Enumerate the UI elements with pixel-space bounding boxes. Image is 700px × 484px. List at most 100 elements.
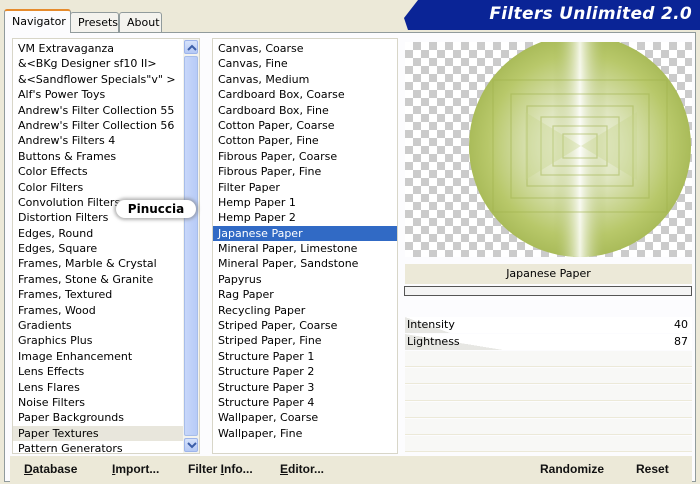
tab-navigator-label: Navigator	[12, 15, 66, 28]
filter-item[interactable]: Canvas, Coarse	[213, 41, 397, 56]
import-label: mport...	[115, 462, 160, 476]
filter-item[interactable]: Fibrous Paper, Coarse	[213, 149, 397, 164]
filter-item[interactable]: Filter Paper	[213, 180, 397, 195]
category-item[interactable]: Noise Filters	[13, 395, 185, 410]
filter-item[interactable]: Fibrous Paper, Fine	[213, 164, 397, 179]
filter-item[interactable]: Rag Paper	[213, 287, 397, 302]
category-item[interactable]: VM Extravaganza	[13, 41, 185, 56]
category-item[interactable]: Frames, Stone & Granite	[13, 272, 185, 287]
category-item[interactable]: Andrew's Filter Collection 55	[13, 103, 185, 118]
category-item[interactable]: Color Effects	[13, 164, 185, 179]
filter-item[interactable]: Cotton Paper, Fine	[213, 133, 397, 148]
preview-image	[405, 42, 692, 257]
category-item[interactable]: &<BKg Designer sf10 II>	[13, 56, 185, 71]
watermark-label: Pinuccia	[116, 200, 196, 218]
chevron-up-icon	[187, 44, 197, 51]
category-item[interactable]: Edges, Round	[13, 226, 185, 241]
chevron-down-icon	[187, 442, 197, 449]
tab-presets-label: Presets	[78, 16, 119, 29]
empty-slider-5	[405, 419, 692, 435]
scroll-up-button[interactable]	[184, 40, 198, 54]
lightness-slider[interactable]: Lightness 87	[405, 334, 692, 350]
category-item[interactable]: Image Enhancement	[13, 349, 185, 364]
category-item[interactable]: Frames, Wood	[13, 303, 185, 318]
empty-slider-6	[405, 436, 692, 452]
filter-item[interactable]: Structure Paper 3	[213, 380, 397, 395]
filter-info-label: nfo...	[224, 462, 253, 476]
lightness-label: Lightness	[407, 335, 460, 348]
filter-item[interactable]: Recycling Paper	[213, 303, 397, 318]
category-item[interactable]: Gradients	[13, 318, 185, 333]
filter-item[interactable]: Mineral Paper, Sandstone	[213, 256, 397, 271]
app-banner: Filters Unlimited 2.0	[404, 0, 700, 30]
bottom-toolbar: Database Import... Filter Info... Editor…	[10, 456, 692, 482]
category-item[interactable]: Frames, Marble & Crystal	[13, 256, 185, 271]
filter-name-bar: Japanese Paper	[405, 264, 692, 284]
database-accel: D	[24, 462, 33, 476]
category-item[interactable]: Paper Textures	[13, 425, 185, 442]
reset-button[interactable]: Reset	[636, 460, 669, 478]
filter-item[interactable]: Wallpaper, Fine	[213, 426, 397, 441]
category-item[interactable]: Color Filters	[13, 180, 185, 195]
database-label: atabase	[32, 462, 78, 476]
empty-slider-3	[405, 385, 692, 401]
scroll-thumb[interactable]	[184, 56, 198, 436]
filter-info-button[interactable]: Filter Info...	[188, 460, 253, 478]
filter-item[interactable]: Structure Paper 2	[213, 364, 397, 379]
filter-item[interactable]: Wallpaper, Coarse	[213, 410, 397, 425]
category-item[interactable]: Frames, Textured	[13, 287, 185, 302]
import-button[interactable]: Import...	[112, 460, 159, 478]
database-button[interactable]: Database	[24, 460, 77, 478]
empty-slider-1	[405, 351, 692, 367]
filter-item[interactable]: Striped Paper, Fine	[213, 333, 397, 348]
category-item[interactable]: Lens Flares	[13, 380, 185, 395]
filter-info-prefix: Filter	[188, 462, 221, 476]
app-title: Filters Unlimited 2.0	[489, 4, 692, 24]
filter-item[interactable]: Structure Paper 1	[213, 349, 397, 364]
intensity-slider[interactable]: Intensity 40	[405, 317, 692, 333]
filter-item[interactable]: Hemp Paper 1	[213, 195, 397, 210]
filter-list[interactable]: Canvas, Coarse Canvas, Fine Canvas, Medium…	[212, 38, 398, 454]
editor-button[interactable]: Editor...	[280, 460, 324, 478]
filter-item[interactable]: Cardboard Box, Fine	[213, 103, 397, 118]
filter-item[interactable]: Hemp Paper 2	[213, 210, 397, 225]
tab-navigator[interactable]: Navigator	[4, 9, 71, 33]
category-items: VM Extravaganza &<BKg Designer sf10 II> &<…	[13, 41, 185, 453]
editor-accel: E	[280, 462, 289, 476]
category-item[interactable]: Lens Effects	[13, 364, 185, 379]
category-scrollbar[interactable]	[183, 39, 199, 453]
category-item[interactable]: Andrew's Filter Collection 56	[13, 118, 185, 133]
filter-item[interactable]: Canvas, Medium	[213, 72, 397, 87]
category-item[interactable]: Buttons & Frames	[13, 149, 185, 164]
progress-bar	[404, 286, 692, 296]
empty-slider-4	[405, 402, 692, 418]
category-item[interactable]: &<Sandflower Specials"v" >	[13, 72, 185, 87]
scroll-down-button[interactable]	[184, 438, 198, 452]
category-item[interactable]: Pattern Generators	[13, 441, 185, 453]
filter-item[interactable]: Mineral Paper, Limestone	[213, 241, 397, 256]
filter-item[interactable]: Canvas, Fine	[213, 56, 397, 71]
category-item[interactable]: Alf's Power Toys	[13, 87, 185, 102]
tab-about-label: About	[127, 16, 160, 29]
editor-label: ditor...	[288, 462, 325, 476]
filter-item[interactable]: Cardboard Box, Coarse	[213, 87, 397, 102]
category-list[interactable]: VM Extravaganza &<BKg Designer sf10 II> &<…	[12, 38, 200, 454]
filter-item[interactable]: Structure Paper 4	[213, 395, 397, 410]
tab-about[interactable]: About	[119, 12, 162, 32]
category-item[interactable]: Edges, Square	[13, 241, 185, 256]
filter-item[interactable]: Striped Paper, Coarse	[213, 318, 397, 333]
tab-presets[interactable]: Presets	[70, 12, 119, 32]
filter-items: Canvas, Coarse Canvas, Fine Canvas, Medium…	[213, 41, 397, 441]
randomize-button[interactable]: Randomize	[540, 460, 604, 478]
filter-item[interactable]: Japanese Paper	[213, 225, 397, 242]
category-item[interactable]: Graphics Plus	[13, 333, 185, 348]
category-item[interactable]: Andrew's Filters 4	[13, 133, 185, 148]
empty-slider-2	[405, 368, 692, 384]
filter-name: Japanese Paper	[506, 267, 591, 280]
preview-sphere	[469, 42, 691, 257]
filter-item[interactable]: Papyrus	[213, 272, 397, 287]
lightness-value: 87	[674, 335, 688, 348]
category-item[interactable]: Paper Backgrounds	[13, 410, 185, 425]
filter-item[interactable]: Cotton Paper, Coarse	[213, 118, 397, 133]
intensity-value: 40	[674, 318, 688, 331]
